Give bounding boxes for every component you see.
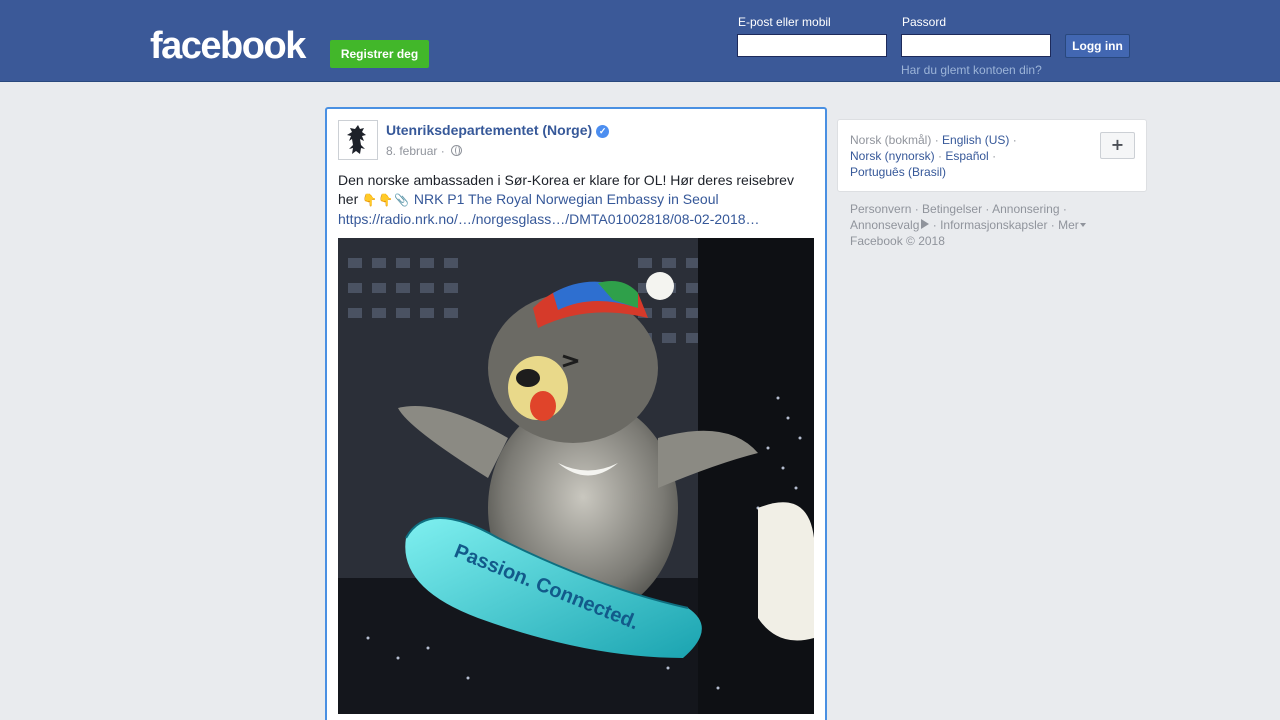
verified-badge-icon: ✓ [596, 125, 610, 138]
footer-more[interactable]: Mer [1058, 218, 1086, 232]
email-label: E-post eller mobil [738, 15, 831, 29]
page-name: Utenriksdepartementet (Norge) [386, 122, 593, 138]
email-field[interactable] [737, 34, 887, 57]
language-nynorsk[interactable]: Norsk (nynorsk) [850, 149, 935, 163]
link-title[interactable]: NRK P1 The Royal Norwegian Embassy in Se… [414, 191, 719, 207]
footer-cookies[interactable]: Informasjonskapsler [940, 218, 1047, 232]
forgot-account-link[interactable]: Har du glemt kontoen din? [901, 63, 1042, 77]
globe-icon [451, 145, 463, 156]
language-english[interactable]: English (US) [942, 133, 1009, 147]
post-card: Utenriksdepartementet (Norge) ✓ 8. februa… [325, 107, 827, 720]
page-name-link[interactable]: Utenriksdepartementet (Norge) ✓ [386, 122, 610, 138]
footer: Personvern · Betingelser · Annonsering ·… [850, 201, 1140, 249]
footer-terms[interactable]: Betingelser [922, 202, 982, 216]
page-avatar[interactable] [338, 120, 378, 160]
footer-more-label: Mer [1058, 218, 1079, 232]
login-button[interactable]: Logg inn [1065, 34, 1130, 58]
language-spanish[interactable]: Español [945, 149, 988, 163]
footer-ad-choices-label: Annonsevalg [850, 218, 920, 232]
top-bar: facebook Registrer deg E-post eller mobi… [0, 0, 1280, 82]
footer-advertising[interactable]: Annonsering [992, 202, 1059, 216]
language-portuguese[interactable]: Português (Brasil) [850, 165, 946, 179]
register-button[interactable]: Registrer deg [330, 40, 429, 68]
password-label: Passord [902, 15, 947, 29]
language-card: Norsk (bokmål) · English (US) · Norsk (n… [837, 119, 1147, 192]
add-language-button[interactable]: + [1100, 132, 1135, 159]
post-body: Den norske ambassaden i Sør-Korea er kla… [338, 171, 814, 229]
ad-choices-icon [921, 219, 930, 229]
language-list: Norsk (bokmål) · English (US) · Norsk (n… [850, 133, 1017, 179]
post-date-text: 8. februar · [386, 144, 449, 158]
post-timestamp[interactable]: 8. februar · [386, 144, 463, 158]
post-image[interactable]: Passion. Connected. [338, 238, 814, 714]
password-field[interactable] [901, 34, 1051, 57]
facebook-logo[interactable]: facebook [150, 24, 306, 68]
footer-ad-choices[interactable]: Annonsevalg [850, 218, 930, 232]
link-url[interactable]: https://radio.nrk.no/…/norgesglass…/DMTA… [338, 211, 760, 227]
footer-privacy[interactable]: Personvern [850, 202, 911, 216]
chevron-down-icon [1079, 223, 1086, 227]
post-emojis: 👇👇📎 [362, 193, 410, 207]
copyright: Facebook © 2018 [850, 234, 945, 248]
coat-of-arms-icon [347, 125, 366, 154]
mascot-lantern-illustration: Passion. Connected. [338, 238, 814, 714]
current-language: Norsk (bokmål) [850, 133, 932, 147]
